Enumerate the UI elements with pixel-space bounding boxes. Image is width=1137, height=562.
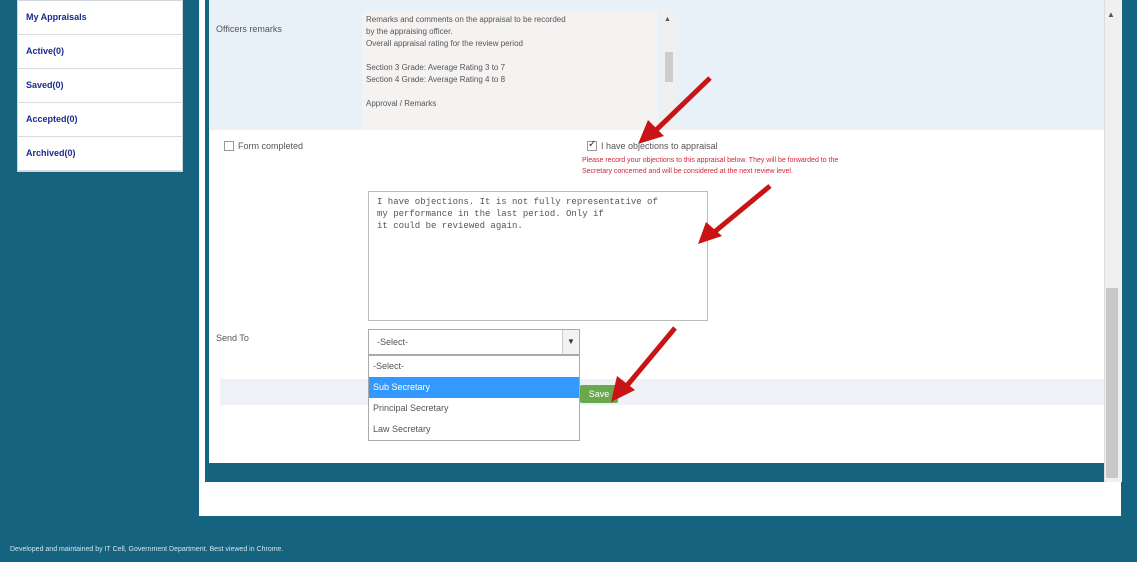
annotation-arrow-icon: [611, 326, 677, 402]
dropdown-option-selected[interactable]: Sub Secretary: [369, 377, 579, 398]
warning-line: Secretary concerned and will be consider…: [582, 168, 793, 175]
form-completed-checkbox[interactable]: [224, 141, 234, 151]
notes-line: Approval / Remarks: [366, 99, 437, 108]
send-to-dropdown[interactable]: -Select- Sub Secretary Principal Secreta…: [368, 355, 580, 441]
annotation-arrow-icon: [698, 184, 772, 244]
menu-saved[interactable]: Saved(0): [18, 69, 182, 103]
notes-line: Overall appraisal rating for the review …: [366, 39, 523, 48]
notes-line: Section 3 Grade: Average Rating 3 to 7: [366, 63, 506, 72]
select-value: -Select-: [377, 337, 409, 347]
menu-my-appraisals[interactable]: My Appraisals: [18, 1, 182, 35]
dropdown-option[interactable]: Principal Secretary: [369, 398, 579, 419]
warning-line: Please record your objections to this ap…: [582, 157, 839, 164]
officers-remarks-label: Officers remarks: [216, 24, 282, 34]
notes-line: [366, 50, 654, 62]
objection-checkbox[interactable]: [587, 139, 597, 151]
send-to-label: Send To: [216, 333, 249, 343]
notes-line: [366, 86, 654, 98]
warning-text: Please record your objections to this ap…: [582, 155, 882, 177]
page-scroll-thumb[interactable]: [1106, 288, 1118, 478]
remarks-notes: Remarks and comments on the appraisal to…: [362, 12, 658, 130]
form-completed-label: Form completed: [238, 141, 304, 151]
notes-line: by the appraising officer.: [366, 27, 453, 36]
page-scroll-up-icon[interactable]: ▲: [1107, 10, 1115, 19]
annotation-arrow-icon: [638, 76, 712, 144]
menu-archived[interactable]: Archived(0): [18, 137, 182, 171]
notes-line: Section 4 Grade: Average Rating 4 to 8: [366, 75, 506, 84]
notes-line: Remarks and comments on the appraisal to…: [366, 15, 566, 24]
left-menu: My Appraisals Active(0) Saved(0) Accepte…: [17, 0, 183, 172]
comments-text: I have objections. It is not fully repre…: [377, 197, 658, 231]
comments-textarea[interactable]: I have objections. It is not fully repre…: [368, 191, 708, 321]
chevron-down-icon[interactable]: ▼: [562, 330, 579, 354]
scroll-up-icon[interactable]: ▲: [664, 16, 671, 23]
menu-accepted[interactable]: Accepted(0): [18, 103, 182, 137]
menu-active[interactable]: Active(0): [18, 35, 182, 69]
dropdown-option[interactable]: Law Secretary: [369, 419, 579, 440]
dropdown-option[interactable]: -Select-: [369, 356, 579, 377]
page-footer: Developed and maintained by IT Cell, Gov…: [10, 546, 284, 553]
send-to-select[interactable]: -Select- ▼: [368, 329, 580, 355]
